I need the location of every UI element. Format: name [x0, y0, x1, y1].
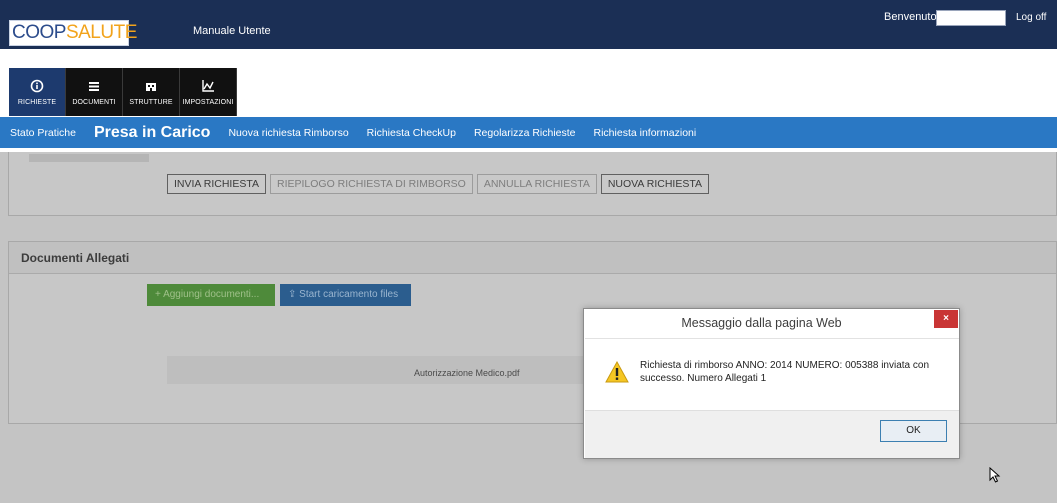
tab-strutture-label: STRUTTURE: [129, 99, 173, 106]
start-upload-label: Start caricamento files: [299, 289, 399, 300]
dialog-message: Richiesta di rimborso ANNO: 2014 NUMERO:…: [640, 360, 930, 384]
manual-link[interactable]: Manuale Utente: [193, 25, 271, 37]
tab-strutture[interactable]: STRUTTURE: [123, 68, 180, 116]
tab-documenti-label: DOCUMENTI: [72, 99, 116, 106]
tab-impostazioni-label: IMPOSTAZIONI: [182, 99, 234, 106]
building-icon: [146, 83, 156, 91]
tab-documenti[interactable]: DOCUMENTI: [66, 68, 123, 116]
panel-ghost-header: [29, 154, 149, 162]
nav-regolarizza-richieste[interactable]: Regolarizza Richieste: [474, 127, 576, 139]
nav-stato-pratiche[interactable]: Stato Pratiche: [10, 127, 76, 139]
main-icon-tabs: RICHIESTE DOCUMENTI STRUTTURE IMPOSTAZIO…: [9, 68, 237, 116]
request-actions-panel: INVIA RICHIESTA RIEPILOGO RICHIESTA DI R…: [8, 152, 1057, 216]
tab-richieste-label: RICHIESTE: [17, 99, 57, 106]
documents-title: Documenti Allegati: [9, 242, 1056, 274]
page: COOP SALUTE Manuale Utente Benvenuto Log …: [0, 0, 1057, 503]
info-icon: [30, 79, 44, 93]
logoff-link[interactable]: Log off: [1016, 12, 1046, 23]
add-documents-button[interactable]: + Aggiungi documenti...: [147, 284, 275, 306]
nav-richiesta-checkup[interactable]: Richiesta CheckUp: [367, 127, 456, 139]
annulla-richiesta-button[interactable]: ANNULLA RICHIESTA: [476, 174, 597, 194]
nav-presa-in-carico[interactable]: Presa in Carico: [94, 124, 211, 142]
nuova-richiesta-button[interactable]: NUOVA RICHIESTA: [600, 174, 709, 194]
username-box: [936, 10, 1006, 26]
attached-file-name[interactable]: Autorizzazione Medico.pdf: [414, 368, 520, 378]
action-buttons: INVIA RICHIESTA RIEPILOGO RICHIESTA DI R…: [167, 174, 709, 194]
warning-icon: [605, 361, 629, 383]
dialog-close-button[interactable]: ×: [934, 310, 958, 328]
welcome-label: Benvenuto: [884, 11, 937, 23]
dialog-title: Messaggio dalla pagina Web: [681, 316, 842, 330]
upload-icon: ⇪: [288, 289, 300, 300]
web-message-dialog: Messaggio dalla pagina Web × Richiesta d…: [583, 308, 960, 459]
mouse-cursor-icon: [989, 467, 1001, 483]
start-upload-button[interactable]: ⇪ Start caricamento files: [280, 284, 411, 306]
list-icon: [89, 82, 99, 91]
top-header: COOP SALUTE Manuale Utente Benvenuto Log …: [0, 0, 1057, 49]
logo-salute-text: SALUTE: [65, 22, 137, 43]
invia-richiesta-button[interactable]: INVIA RICHIESTA: [167, 174, 266, 194]
logo-coop-text: COOP: [12, 22, 66, 43]
nav-nuova-richiesta-rimborso[interactable]: Nuova richiesta Rimborso: [228, 127, 348, 139]
sub-navbar: Stato Pratiche Presa in Carico Nuova ric…: [0, 117, 1057, 148]
dialog-footer: OK: [585, 410, 959, 458]
dialog-body: Richiesta di rimborso ANNO: 2014 NUMERO:…: [585, 338, 959, 409]
tab-impostazioni[interactable]: IMPOSTAZIONI: [180, 68, 237, 116]
coopsalute-logo[interactable]: COOP SALUTE: [9, 20, 137, 46]
riepilogo-richiesta-button[interactable]: RIEPILOGO RICHIESTA DI RIMBORSO: [270, 174, 473, 194]
chart-icon: [202, 80, 214, 92]
tab-richieste[interactable]: RICHIESTE: [9, 68, 66, 116]
ok-button[interactable]: OK: [880, 420, 947, 442]
nav-richiesta-informazioni[interactable]: Richiesta informazioni: [594, 127, 697, 139]
